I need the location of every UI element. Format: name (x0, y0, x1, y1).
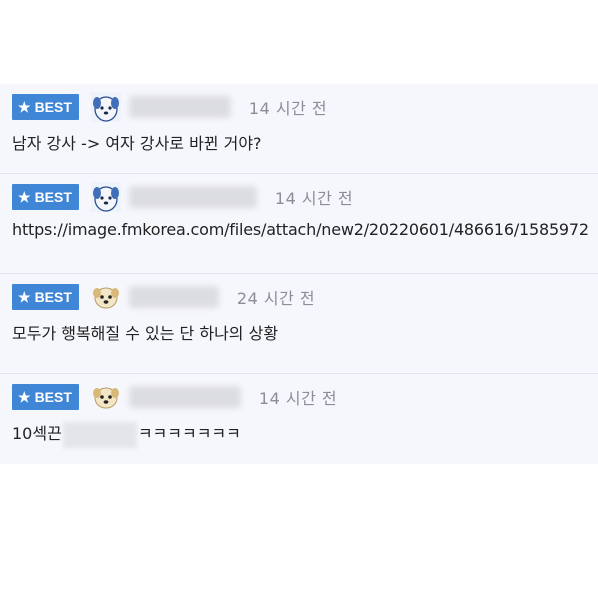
comment-item: ★ BEST 24 시간 전 모두가 행복해질 수 있는 단 하나의 상황 (0, 274, 598, 374)
comment-list: ★ BEST 14 시간 전 남자 강사 -> 여자 강사로 바뀐 거야? ★ … (0, 84, 598, 464)
best-badge-label: BEST (34, 289, 72, 305)
nickname-redacted[interactable] (128, 186, 257, 208)
comment-header: ★ BEST 14 시간 전 (12, 380, 337, 414)
comment-text-prefix: 10섹끈 (12, 424, 62, 443)
comment-time: 14 시간 전 (274, 189, 354, 208)
comment-item: ★ BEST 14 시간 전 10섹끈 ㅋㅋㅋㅋㅋㅋㅋ (0, 374, 598, 464)
best-badge: ★ BEST (12, 284, 79, 310)
comment-header: ★ BEST 14 시간 전 (12, 180, 353, 214)
dog-white-icon[interactable] (90, 92, 121, 122)
puppy-icon[interactable] (91, 382, 121, 412)
star-icon: ★ (18, 389, 31, 405)
comment-text-suffix: ㅋㅋㅋㅋㅋㅋㅋ (137, 424, 241, 443)
comment-header: ★ BEST 24 시간 전 (12, 280, 315, 314)
best-badge-label: BEST (34, 99, 72, 115)
star-icon: ★ (18, 189, 31, 205)
comment-time: 14 시간 전 (258, 389, 338, 408)
nickname-redacted[interactable] (128, 96, 231, 118)
nickname-redacted[interactable] (128, 286, 219, 308)
best-badge: ★ BEST (12, 94, 79, 120)
comment-text: 모두가 행복해질 수 있는 단 하나의 상황 (12, 324, 279, 343)
redacted-text (62, 421, 137, 448)
puppy-icon[interactable] (91, 282, 121, 312)
comment-time: 24 시간 전 (236, 289, 316, 308)
best-badge-label: BEST (34, 189, 72, 205)
comment-header: ★ BEST 14 시간 전 (12, 90, 327, 124)
best-badge: ★ BEST (12, 184, 79, 210)
best-badge-label: BEST (34, 389, 72, 405)
best-badge: ★ BEST (12, 384, 79, 410)
comment-time: 14 시간 전 (248, 99, 328, 118)
comment-text: 남자 강사 -> 여자 강사로 바뀐 거야? (12, 134, 262, 153)
comment-text: 10섹끈 ㅋㅋㅋㅋㅋㅋㅋ (12, 420, 241, 448)
star-icon: ★ (18, 289, 31, 305)
comment-item: ★ BEST 14 시간 전 남자 강사 -> 여자 강사로 바뀐 거야? (0, 84, 598, 174)
dog-white-icon[interactable] (90, 182, 121, 212)
comment-text[interactable]: https://image.fmkorea.com/files/attach/n… (12, 220, 589, 239)
star-icon: ★ (18, 99, 31, 115)
comment-item: ★ BEST 14 시간 전 https://image.fmkorea.com… (0, 174, 598, 274)
nickname-redacted[interactable] (128, 386, 241, 408)
